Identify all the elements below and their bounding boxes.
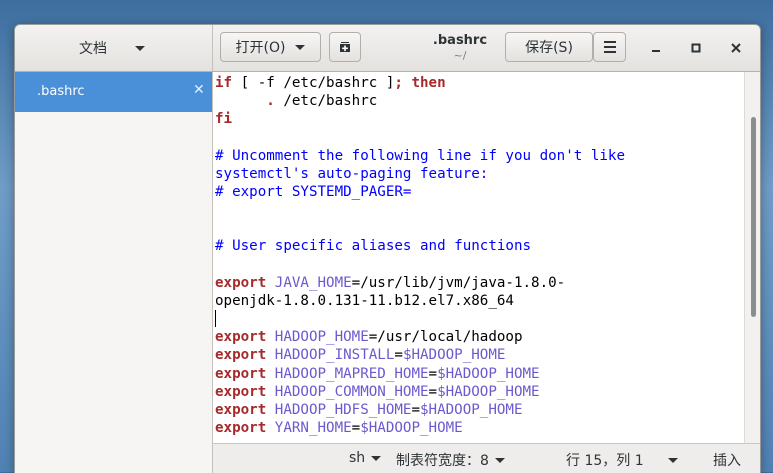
documents-label: 文档 [79,41,107,57]
minimize-icon [652,50,660,52]
chevron-down-icon [494,457,505,463]
language-selector[interactable]: sh [349,450,382,466]
code-line[interactable] [215,310,744,328]
save-button[interactable]: 保存(S) [505,32,593,62]
close-document-icon[interactable]: ✕ [193,82,205,98]
document-path: ~/ [453,49,467,62]
window-title: .bashrc ~/ [405,33,515,62]
chevron-down-icon [667,457,678,463]
close-icon [731,43,741,53]
code-line[interactable]: # User specific aliases and functions [215,237,744,255]
code-line[interactable]: export YARN_HOME=$HADOOP_HOME [215,419,744,437]
code-line[interactable]: export HADOOP_MAPRED_HOME=$HADOOP_HOME [215,365,744,383]
gedit-window: 文档 打开(O) .bashrc ~/ 保存(S) .bashrc ✕ if [… [14,24,761,473]
open-label: 打开(O) [235,40,286,56]
scrollbar-thumb[interactable] [751,117,756,317]
code-line[interactable]: openjdk-1.8.0.131-11.b12.el7.x86_64 [215,292,744,310]
sidebar-header: 文档 [15,25,213,71]
text-cursor [215,310,216,328]
header-bar: 文档 打开(O) .bashrc ~/ 保存(S) [15,25,760,72]
text-editor[interactable]: if [ -f /etc/bashrc ]; then . /etc/bashr… [213,72,744,443]
cursor-position-label: 行 15，列 1 [566,453,644,469]
code-line[interactable]: export HADOOP_HDFS_HOME=$HADOOP_HOME [215,401,744,419]
hamburger-icon [603,41,616,53]
maximize-button[interactable] [685,37,707,59]
chevron-down-icon [371,455,382,461]
code-line[interactable]: fi [215,110,744,128]
new-document-button[interactable] [329,32,361,62]
sidebar-item-bashrc[interactable]: .bashrc ✕ [15,72,212,112]
code-line[interactable]: export HADOOP_INSTALL=$HADOOP_HOME [215,346,744,364]
minimize-button[interactable] [645,37,667,59]
document-title: .bashrc [432,33,488,48]
menu-button[interactable] [593,32,626,62]
vertical-scrollbar[interactable] [744,72,760,443]
code-line[interactable]: if [ -f /etc/bashrc ]; then [215,74,744,92]
code-line[interactable]: ​ [215,128,744,146]
maximize-icon [691,43,701,53]
code-line[interactable]: ​ [215,219,744,237]
code-line[interactable]: export HADOOP_COMMON_HOME=$HADOOP_HOME [215,383,744,401]
documents-menu-button[interactable]: 文档 [79,37,145,59]
code-line[interactable]: . /etc/bashrc [215,92,744,110]
cursor-position[interactable]: 行 15，列 1 [566,450,678,470]
chevron-down-icon [135,45,145,51]
save-label: 保存(S) [525,40,573,56]
code-line[interactable]: systemctl's auto-paging feature: [215,165,744,183]
status-bar: sh 制表符宽度：8 行 15，列 1 插入 [213,443,760,473]
close-button[interactable] [725,37,747,59]
new-document-icon [340,42,350,52]
code-line[interactable]: ​ [215,256,744,274]
insert-mode-indicator: 插入 [713,450,741,470]
chevron-down-icon [295,44,306,50]
code-line[interactable]: ​ [215,201,744,219]
tab-width-label: 制表符宽度：8 [396,453,489,469]
code-content[interactable]: if [ -f /etc/bashrc ]; then . /etc/bashr… [213,72,744,437]
insert-mode-label: 插入 [713,453,741,469]
sidebar-item-label: .bashrc [37,84,85,99]
code-line[interactable]: export JAVA_HOME=/usr/lib/jvm/java-1.8.0… [215,274,744,292]
language-label: sh [349,450,366,466]
code-line[interactable]: # export SYSTEMD_PAGER= [215,183,744,201]
documents-sidebar: .bashrc ✕ [15,72,213,473]
code-line[interactable]: # Uncomment the following line if you do… [215,147,744,165]
tab-width-selector[interactable]: 制表符宽度：8 [396,450,505,470]
code-line[interactable]: export HADOOP_HOME=/usr/local/hadoop [215,328,744,346]
open-button[interactable]: 打开(O) [220,32,321,62]
